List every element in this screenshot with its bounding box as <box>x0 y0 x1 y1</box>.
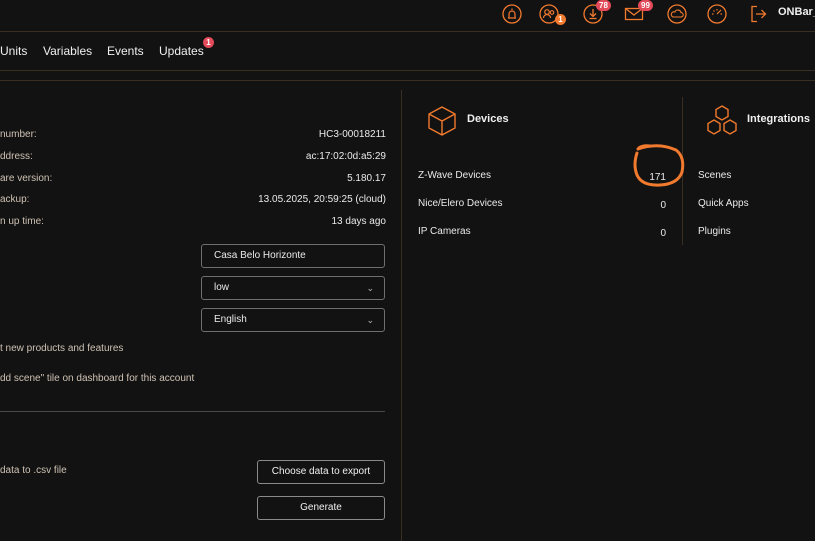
chevron-down-icon: ⌄ <box>366 283 374 293</box>
updates-badge: 1 <box>203 37 214 48</box>
gauge-icon[interactable] <box>706 3 728 25</box>
nice-elero-devices-label[interactable]: Nice/Elero Devices <box>418 198 502 209</box>
last-backup-value: 13.05.2025, 20:59:25 (cloud) <box>258 194 386 205</box>
mac-address-value: ac:17:02:0d:a5:29 <box>305 151 386 162</box>
last-backup-label: ackup: <box>0 194 30 205</box>
serial-number-label: number: <box>0 129 37 140</box>
nav-variables[interactable]: Variables <box>43 44 92 58</box>
nav-divider <box>0 70 815 71</box>
section-divider <box>0 411 385 412</box>
mac-address-label: ddress: <box>0 151 33 162</box>
integrations-quick-apps[interactable]: Quick Apps <box>698 198 749 209</box>
column-divider <box>401 90 402 541</box>
language-select-value: English <box>214 314 247 325</box>
chevron-down-icon: ⌄ <box>366 315 374 325</box>
choose-data-button[interactable]: Choose data to export <box>257 460 385 484</box>
generate-button[interactable]: Generate <box>257 496 385 520</box>
zwave-devices-label[interactable]: Z-Wave Devices <box>418 170 491 181</box>
language-select[interactable]: English ⌄ <box>201 308 385 332</box>
users-badge: 1 <box>555 14 566 25</box>
nav-units[interactable]: Units <box>0 44 27 58</box>
top-status-bar: 1 78 99 ONBar_e <box>0 0 815 30</box>
level-select-value: low <box>214 282 230 293</box>
header-divider <box>0 31 815 32</box>
logout-icon[interactable] <box>748 3 770 25</box>
uptime-label: n up time: <box>0 216 44 227</box>
weather-icon[interactable] <box>666 3 688 25</box>
integrations-title: Integrations <box>747 113 810 125</box>
nav-events[interactable]: Events <box>107 44 144 58</box>
annotation-circle <box>633 144 685 187</box>
export-description: data to .csv file <box>0 465 67 476</box>
notifications-badge: 78 <box>596 0 611 11</box>
software-version-label: are version: <box>0 173 53 184</box>
messages-badge: 99 <box>638 0 653 11</box>
nav-updates[interactable]: Updates <box>159 44 204 58</box>
location-name-value: Casa Belo Horizonte <box>214 250 306 261</box>
uptime-value: 13 days ago <box>331 216 387 227</box>
add-scene-option-text: dd scene" tile on dashboard for this acc… <box>0 373 195 384</box>
devices-title: Devices <box>467 113 509 125</box>
cube-icon <box>425 104 459 138</box>
newsletter-option-text: t new products and features <box>0 343 124 354</box>
nice-elero-devices-count: 0 <box>660 200 666 211</box>
alarm-icon[interactable] <box>501 3 523 25</box>
integrations-scenes[interactable]: Scenes <box>698 170 731 181</box>
software-version-value: 5.180.17 <box>347 173 386 184</box>
ip-cameras-label[interactable]: IP Cameras <box>418 226 471 237</box>
serial-number-value: HC3-00018211 <box>318 129 386 140</box>
ip-cameras-count: 0 <box>660 228 666 239</box>
hexagons-icon <box>705 104 739 138</box>
location-name-input[interactable]: Casa Belo Horizonte <box>201 244 385 268</box>
user-name[interactable]: ONBar_e <box>778 6 815 18</box>
level-select[interactable]: low ⌄ <box>201 276 385 300</box>
integrations-plugins[interactable]: Plugins <box>698 226 731 237</box>
content-top-divider <box>0 80 815 81</box>
